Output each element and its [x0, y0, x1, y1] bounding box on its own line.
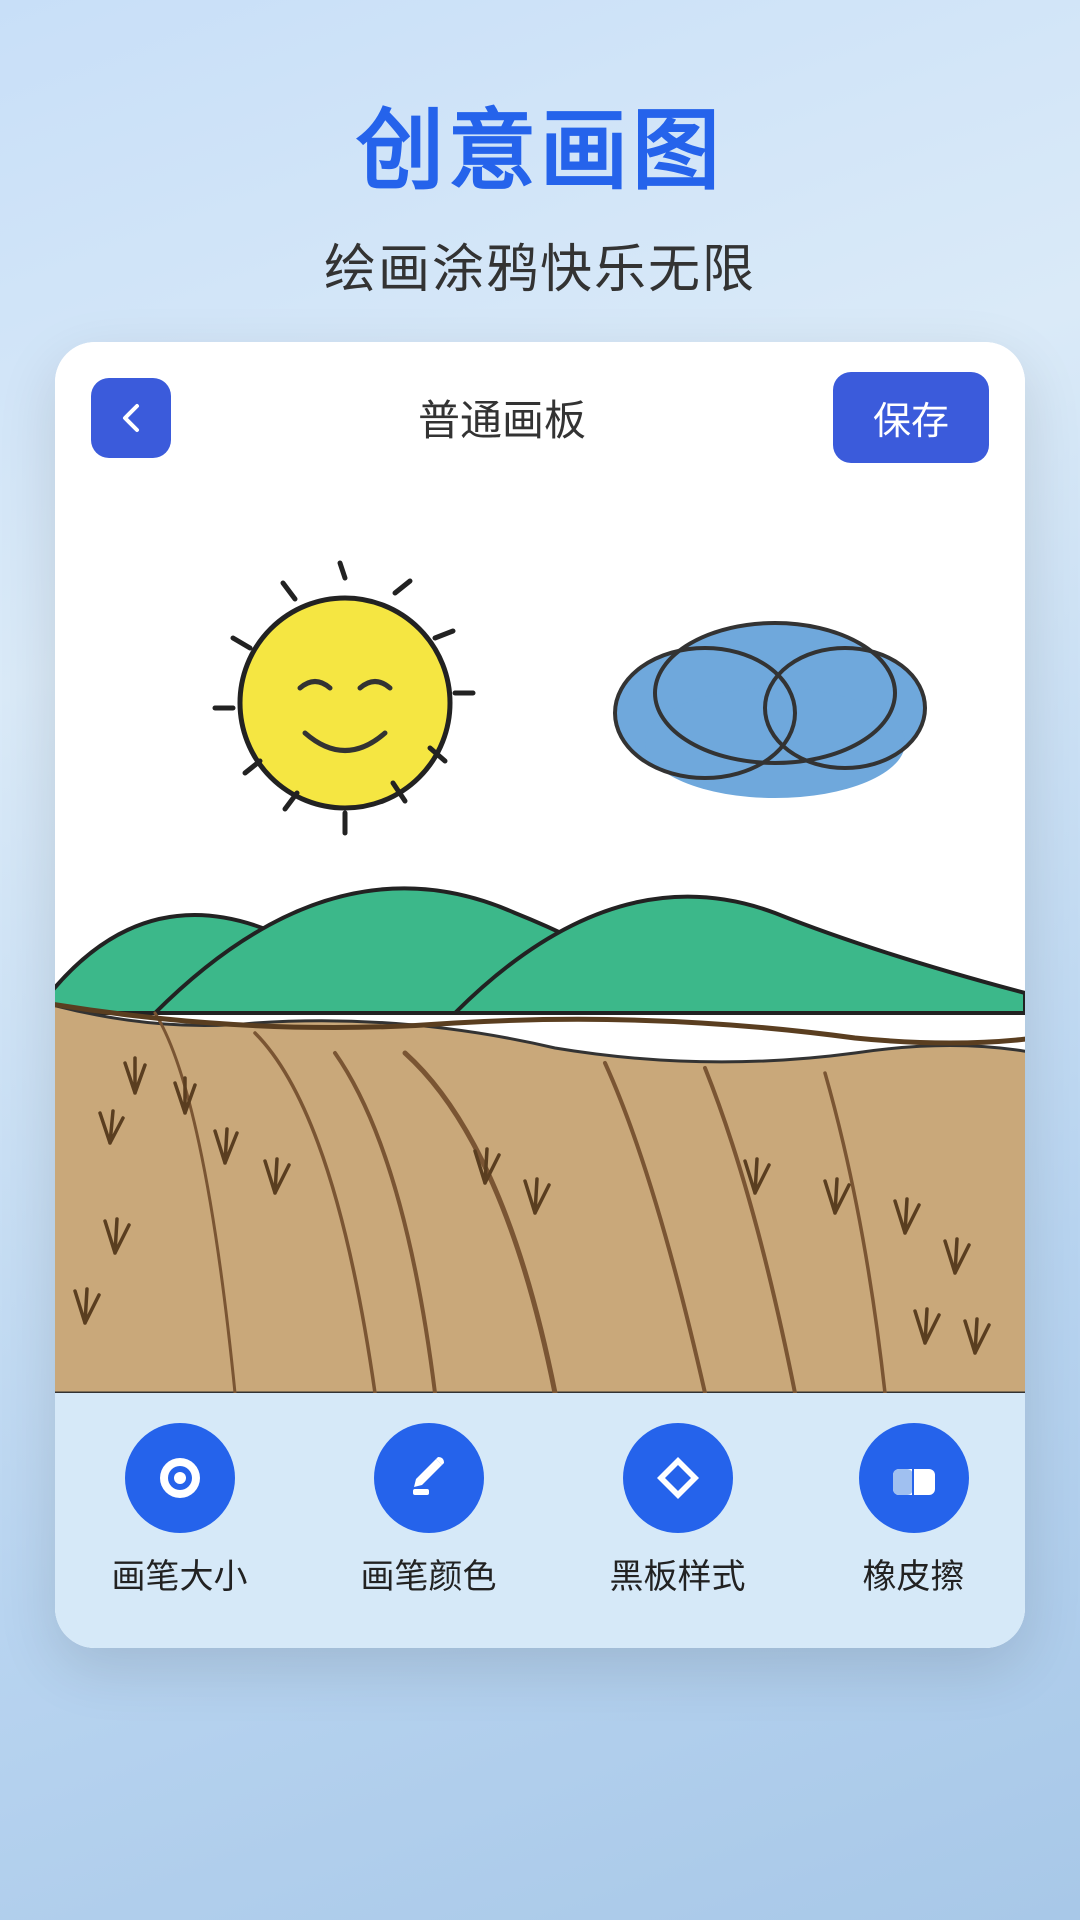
tool-eraser[interactable]: 橡皮擦 — [859, 1423, 969, 1598]
brush-color-label: 画笔颜色 — [361, 1549, 497, 1598]
toolbar: 画笔大小 画笔颜色 黑板样式 — [55, 1393, 1025, 1648]
header-section: 创意画图 绘画涂鸦快乐无限 — [0, 0, 1080, 342]
tool-board-style[interactable]: 黑板样式 — [610, 1423, 746, 1598]
tool-brush-color[interactable]: 画笔颜色 — [361, 1423, 497, 1598]
card-title: 普通画板 — [418, 387, 586, 448]
brush-color-icon[interactable] — [374, 1423, 484, 1533]
drawing-card: 普通画板 保存 — [55, 342, 1025, 1648]
tool-brush-size[interactable]: 画笔大小 — [112, 1423, 248, 1598]
save-button[interactable]: 保存 — [833, 372, 989, 463]
eraser-icon[interactable] — [859, 1423, 969, 1533]
back-button[interactable] — [91, 378, 171, 458]
card-header: 普通画板 保存 — [55, 342, 1025, 493]
eraser-label: 橡皮擦 — [863, 1549, 965, 1598]
board-style-icon[interactable] — [623, 1423, 733, 1533]
sub-title: 绘画涂鸦快乐无限 — [0, 227, 1080, 302]
drawing-canvas[interactable] — [55, 493, 1025, 1393]
main-title: 创意画图 — [0, 80, 1080, 207]
brush-size-label: 画笔大小 — [112, 1549, 248, 1598]
brush-size-icon[interactable] — [125, 1423, 235, 1533]
board-style-label: 黑板样式 — [610, 1549, 746, 1598]
